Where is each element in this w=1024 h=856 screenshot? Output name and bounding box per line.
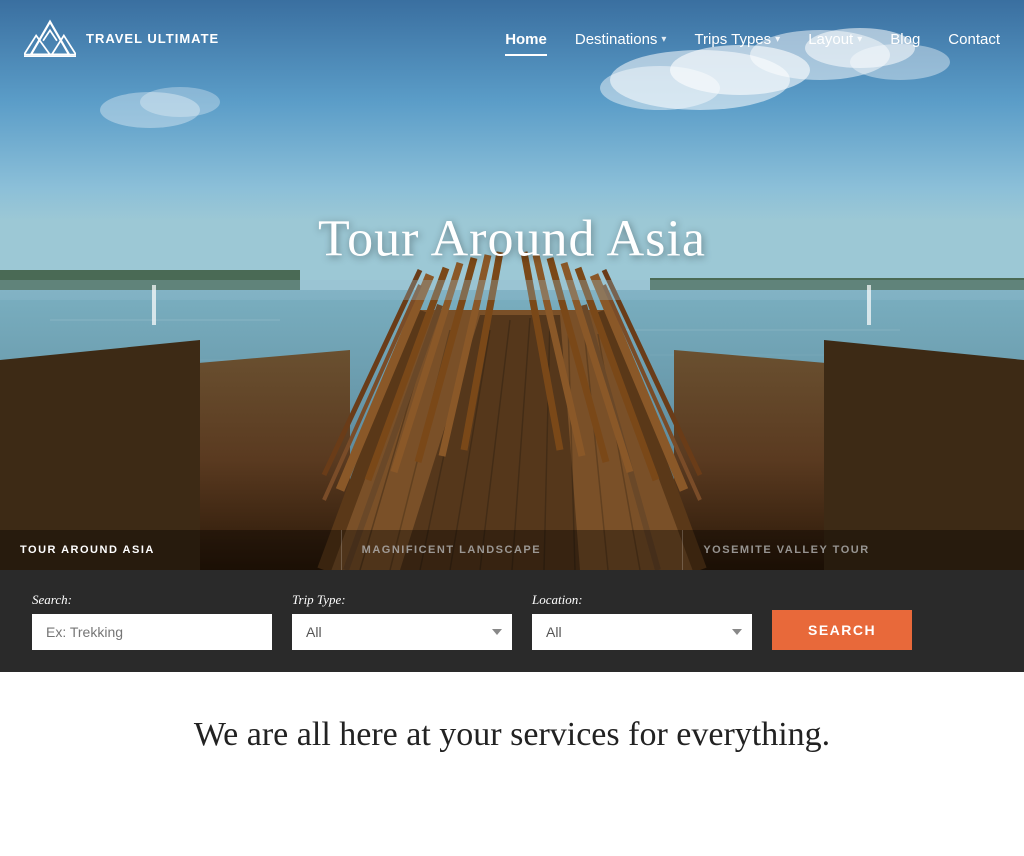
nav-item-contact[interactable]: Contact	[948, 31, 1000, 48]
search-group-keyword: Search:	[32, 592, 272, 650]
nav-link-home[interactable]: Home	[505, 31, 547, 48]
search-input[interactable]	[32, 614, 272, 650]
nav-item-blog[interactable]: Blog	[890, 31, 920, 48]
hero-title: Tour Around Asia	[318, 210, 706, 269]
hero-section: TRAVEL ULTIMATE Home Destinations ▾ Trip…	[0, 0, 1024, 570]
search-button[interactable]: SEARCH	[772, 610, 912, 650]
tagline-section: We are all here at your services for eve…	[0, 672, 1024, 784]
search-group-location: Location: All	[532, 592, 752, 650]
nav-link-trips[interactable]: Trips Types ▾	[694, 31, 780, 48]
slide-indicator-3[interactable]: Yosemite Valley Tour	[683, 530, 1024, 570]
chevron-down-icon-3: ▾	[857, 34, 862, 45]
search-label: Search:	[32, 592, 272, 608]
search-bar: Search: Trip Type: All Location: All SEA…	[0, 570, 1024, 672]
search-group-trip-type: Trip Type: All	[292, 592, 512, 650]
nav-item-home[interactable]: Home	[505, 31, 547, 48]
navbar: TRAVEL ULTIMATE Home Destinations ▾ Trip…	[0, 0, 1024, 78]
slide-indicator-1[interactable]: Tour Around Asia	[0, 530, 342, 570]
chevron-down-icon: ▾	[661, 34, 666, 45]
hero-slide-indicators: Tour Around Asia Magnificent Landscape Y…	[0, 530, 1024, 570]
nav-item-destinations[interactable]: Destinations ▾	[575, 31, 667, 48]
nav-link-destinations[interactable]: Destinations ▾	[575, 31, 667, 48]
nav-link-contact[interactable]: Contact	[948, 31, 1000, 48]
chevron-down-icon-2: ▾	[775, 34, 780, 45]
nav-link-blog[interactable]: Blog	[890, 31, 920, 48]
brand-name: TRAVEL ULTIMATE	[86, 31, 219, 47]
location-select[interactable]: All	[532, 614, 752, 650]
nav-menu: Home Destinations ▾ Trips Types ▾ Layout…	[505, 31, 1000, 48]
nav-link-layout[interactable]: Layout ▾	[808, 31, 862, 48]
mountain-logo-icon	[24, 18, 76, 60]
nav-item-layout[interactable]: Layout ▾	[808, 31, 862, 48]
location-label: Location:	[532, 592, 752, 608]
tagline-text: We are all here at your services for eve…	[24, 716, 1000, 754]
brand-logo-link[interactable]: TRAVEL ULTIMATE	[24, 18, 219, 60]
trip-type-label: Trip Type:	[292, 592, 512, 608]
trip-type-select[interactable]: All	[292, 614, 512, 650]
nav-item-trips[interactable]: Trips Types ▾	[694, 31, 780, 48]
hero-pier-illustration	[0, 0, 1024, 570]
slide-indicator-2[interactable]: Magnificent Landscape	[342, 530, 684, 570]
